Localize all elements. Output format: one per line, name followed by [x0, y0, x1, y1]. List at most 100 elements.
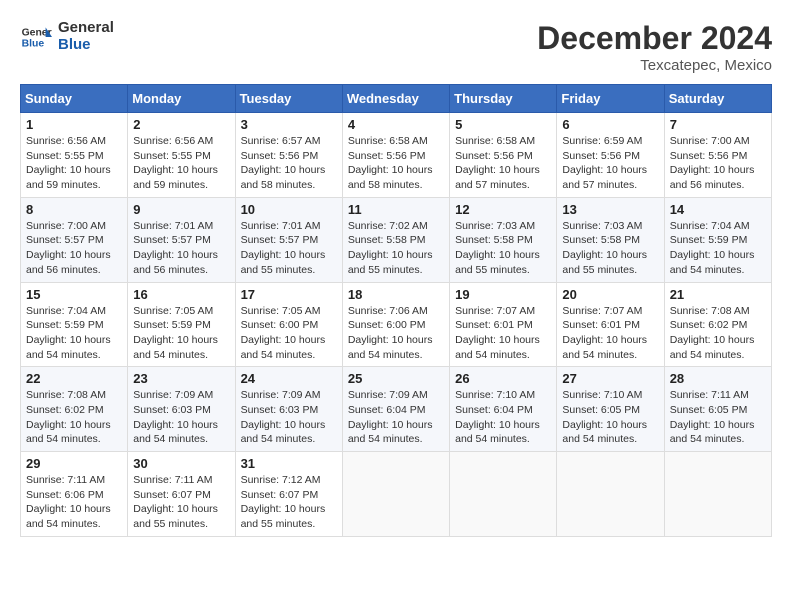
calendar-cell: 30Sunrise: 7:11 AMSunset: 6:07 PMDayligh… — [128, 452, 235, 537]
calendar-cell: 5 Sunrise: 6:58 AMSunset: 5:56 PMDaylight… — [450, 113, 557, 198]
calendar-cell: 8 Sunrise: 7:00 AMSunset: 5:57 PMDaylight… — [21, 197, 128, 282]
col-header-monday: Monday — [128, 85, 235, 113]
calendar-cell: 23 Sunrise: 7:09 AMSunset: 6:03 PMDayligh… — [128, 367, 235, 452]
day-info: Sunrise: 6:58 AMSunset: 5:56 PMDaylight:… — [348, 134, 444, 193]
day-info: Sunrise: 7:03 AMSunset: 5:58 PMDaylight:… — [455, 219, 551, 278]
day-info: Sunrise: 7:10 AMSunset: 6:04 PMDaylight:… — [455, 388, 551, 447]
day-number: 9 — [133, 202, 229, 217]
day-info: Sunrise: 7:05 AMSunset: 5:59 PMDaylight:… — [133, 304, 229, 363]
day-number: 24 — [241, 371, 337, 386]
day-number: 22 — [26, 371, 122, 386]
day-number: 19 — [455, 287, 551, 302]
calendar-cell: 17 Sunrise: 7:05 AMSunset: 6:00 PMDayligh… — [235, 282, 342, 367]
day-number: 16 — [133, 287, 229, 302]
day-number: 5 — [455, 117, 551, 132]
page-header: General Blue General Blue December 2024 … — [20, 20, 772, 74]
svg-text:Blue: Blue — [22, 38, 45, 49]
calendar-cell: 19 Sunrise: 7:07 AMSunset: 6:01 PMDayligh… — [450, 282, 557, 367]
day-number: 11 — [348, 202, 444, 217]
day-info: Sunrise: 7:06 AMSunset: 6:00 PMDaylight:… — [348, 304, 444, 363]
day-info: Sunrise: 7:05 AMSunset: 6:00 PMDaylight:… — [241, 304, 337, 363]
calendar-cell: 15 Sunrise: 7:04 AMSunset: 5:59 PMDayligh… — [21, 282, 128, 367]
day-number: 7 — [670, 117, 766, 132]
calendar-cell: 2Sunrise: 6:56 AMSunset: 5:55 PMDaylight… — [128, 113, 235, 198]
calendar-cell: 31 Sunrise: 7:12 AMSunset: 6:07 PMDayligh… — [235, 452, 342, 537]
calendar-cell: 1 Sunrise: 6:56 AMSunset: 5:55 PMDaylight… — [21, 113, 128, 198]
day-info: Sunrise: 6:56 AMSunset: 5:55 PMDaylight:… — [26, 134, 122, 193]
col-header-sunday: Sunday — [21, 85, 128, 113]
calendar-cell: 22 Sunrise: 7:08 AMSunset: 6:02 PMDayligh… — [21, 367, 128, 452]
calendar-cell — [450, 452, 557, 537]
day-info: Sunrise: 7:07 AMSunset: 6:01 PMDaylight:… — [455, 304, 551, 363]
col-header-tuesday: Tuesday — [235, 85, 342, 113]
calendar-cell: 11 Sunrise: 7:02 AMSunset: 5:58 PMDayligh… — [342, 197, 449, 282]
day-info: Sunrise: 7:08 AMSunset: 6:02 PMDaylight:… — [670, 304, 766, 363]
day-number: 13 — [562, 202, 658, 217]
col-header-wednesday: Wednesday — [342, 85, 449, 113]
col-header-thursday: Thursday — [450, 85, 557, 113]
calendar-cell — [664, 452, 771, 537]
calendar-cell: 20 Sunrise: 7:07 AMSunset: 6:01 PMDayligh… — [557, 282, 664, 367]
day-info: Sunrise: 7:09 AMSunset: 6:03 PMDaylight:… — [133, 388, 229, 447]
day-number: 4 — [348, 117, 444, 132]
calendar-cell: 29Sunrise: 7:11 AMSunset: 6:06 PMDayligh… — [21, 452, 128, 537]
day-info: Sunrise: 7:04 AMSunset: 5:59 PMDaylight:… — [670, 219, 766, 278]
day-info: Sunrise: 6:56 AMSunset: 5:55 PMDaylight:… — [133, 134, 229, 193]
calendar-cell: 10 Sunrise: 7:01 AMSunset: 5:57 PMDayligh… — [235, 197, 342, 282]
calendar-cell: 13 Sunrise: 7:03 AMSunset: 5:58 PMDayligh… — [557, 197, 664, 282]
col-header-friday: Friday — [557, 85, 664, 113]
day-info: Sunrise: 7:09 AMSunset: 6:03 PMDaylight:… — [241, 388, 337, 447]
day-info: Sunrise: 7:03 AMSunset: 5:58 PMDaylight:… — [562, 219, 658, 278]
day-number: 15 — [26, 287, 122, 302]
day-info: Sunrise: 7:12 AMSunset: 6:07 PMDaylight:… — [241, 473, 337, 532]
calendar-table: SundayMondayTuesdayWednesdayThursdayFrid… — [20, 84, 772, 537]
day-info: Sunrise: 7:07 AMSunset: 6:01 PMDaylight:… — [562, 304, 658, 363]
day-info: Sunrise: 7:08 AMSunset: 6:02 PMDaylight:… — [26, 388, 122, 447]
calendar-cell: 3Sunrise: 6:57 AMSunset: 5:56 PMDaylight… — [235, 113, 342, 198]
day-number: 27 — [562, 371, 658, 386]
day-number: 23 — [133, 371, 229, 386]
day-info: Sunrise: 7:01 AMSunset: 5:57 PMDaylight:… — [241, 219, 337, 278]
day-number: 6 — [562, 117, 658, 132]
day-number: 1 — [26, 117, 122, 132]
day-info: Sunrise: 7:00 AMSunset: 5:56 PMDaylight:… — [670, 134, 766, 193]
calendar-cell: 4 Sunrise: 6:58 AMSunset: 5:56 PMDaylight… — [342, 113, 449, 198]
day-number: 18 — [348, 287, 444, 302]
day-number: 31 — [241, 456, 337, 471]
day-info: Sunrise: 7:09 AMSunset: 6:04 PMDaylight:… — [348, 388, 444, 447]
day-number: 12 — [455, 202, 551, 217]
day-info: Sunrise: 7:00 AMSunset: 5:57 PMDaylight:… — [26, 219, 122, 278]
day-info: Sunrise: 6:58 AMSunset: 5:56 PMDaylight:… — [455, 134, 551, 193]
day-number: 10 — [241, 202, 337, 217]
calendar-cell: 12 Sunrise: 7:03 AMSunset: 5:58 PMDayligh… — [450, 197, 557, 282]
calendar-cell: 25 Sunrise: 7:09 AMSunset: 6:04 PMDayligh… — [342, 367, 449, 452]
day-info: Sunrise: 7:11 AMSunset: 6:06 PMDaylight:… — [26, 473, 122, 532]
day-info: Sunrise: 7:01 AMSunset: 5:57 PMDaylight:… — [133, 219, 229, 278]
calendar-cell: 21Sunrise: 7:08 AMSunset: 6:02 PMDayligh… — [664, 282, 771, 367]
day-number: 3 — [241, 117, 337, 132]
calendar-cell: 28Sunrise: 7:11 AMSunset: 6:05 PMDayligh… — [664, 367, 771, 452]
day-number: 17 — [241, 287, 337, 302]
calendar-cell: 7 Sunrise: 7:00 AMSunset: 5:56 PMDaylight… — [664, 113, 771, 198]
month-title: December 2024 — [537, 20, 772, 57]
calendar-cell: 27 Sunrise: 7:10 AMSunset: 6:05 PMDayligh… — [557, 367, 664, 452]
day-info: Sunrise: 6:59 AMSunset: 5:56 PMDaylight:… — [562, 134, 658, 193]
col-header-saturday: Saturday — [664, 85, 771, 113]
calendar-cell: 24 Sunrise: 7:09 AMSunset: 6:03 PMDayligh… — [235, 367, 342, 452]
day-info: Sunrise: 7:10 AMSunset: 6:05 PMDaylight:… — [562, 388, 658, 447]
day-number: 30 — [133, 456, 229, 471]
logo-icon: General Blue — [20, 21, 52, 53]
calendar-cell: 26Sunrise: 7:10 AMSunset: 6:04 PMDayligh… — [450, 367, 557, 452]
logo-line1: General — [58, 20, 114, 37]
calendar-cell: 18 Sunrise: 7:06 AMSunset: 6:00 PMDayligh… — [342, 282, 449, 367]
day-number: 8 — [26, 202, 122, 217]
logo: General Blue General Blue — [20, 20, 114, 53]
day-number: 20 — [562, 287, 658, 302]
day-number: 25 — [348, 371, 444, 386]
calendar-cell — [557, 452, 664, 537]
calendar-cell: 16 Sunrise: 7:05 AMSunset: 5:59 PMDayligh… — [128, 282, 235, 367]
day-number: 14 — [670, 202, 766, 217]
day-info: Sunrise: 7:02 AMSunset: 5:58 PMDaylight:… — [348, 219, 444, 278]
logo-line2: Blue — [58, 37, 114, 54]
day-info: Sunrise: 7:04 AMSunset: 5:59 PMDaylight:… — [26, 304, 122, 363]
